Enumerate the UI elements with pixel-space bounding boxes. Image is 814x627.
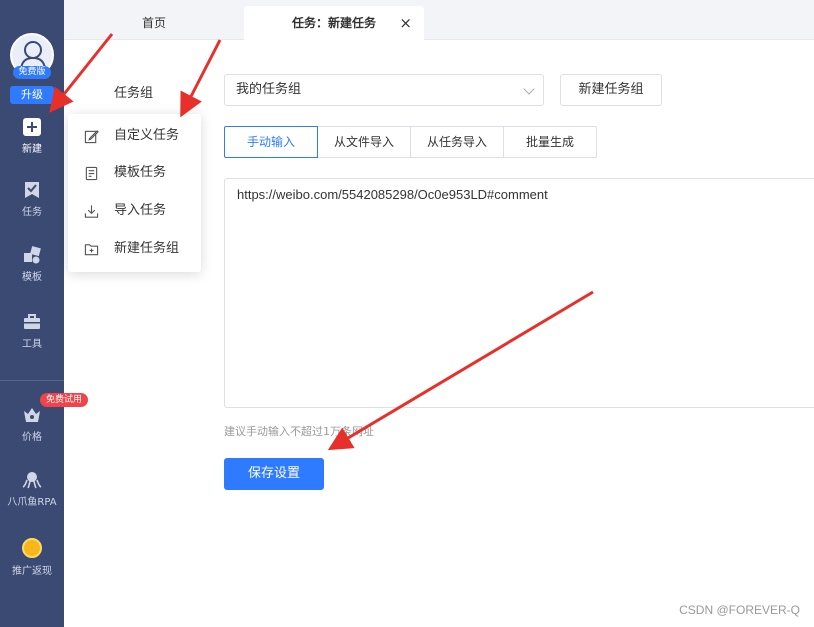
- free-version-badge: 免费版: [13, 66, 51, 79]
- edit-icon: [84, 130, 99, 144]
- upgrade-button[interactable]: 升级: [10, 86, 54, 104]
- folder-plus-icon: [84, 244, 99, 256]
- import-icon: [84, 205, 99, 218]
- tab-bar: 首页 任务：新建任务 ×: [64, 0, 814, 40]
- sidebar-item-price[interactable]: 价格: [0, 405, 64, 455]
- menu-item-label: 模板任务: [114, 165, 167, 180]
- tab-label: 任务：新建任务: [291, 16, 376, 30]
- menu-item-label: 自定义任务: [114, 128, 180, 143]
- coin-icon: [22, 538, 42, 558]
- sidebar: 免费版 升级 新建 任务 模板 工具 价格 免费试用 八爪鱼RPA 推广返现: [0, 0, 88, 627]
- sidebar-item-label: 工具: [22, 339, 42, 350]
- sidebar-item-label: 新建: [22, 144, 42, 155]
- chevron-down-icon: [523, 83, 535, 95]
- sidebar-item-label: 价格: [22, 432, 42, 443]
- plus-icon: [23, 118, 41, 136]
- tab-manual-input[interactable]: 手动输入: [224, 126, 318, 158]
- price-icon: [24, 408, 40, 422]
- input-mode-tabs: 手动输入 从文件导入 从任务导入 批量生成: [224, 126, 597, 158]
- sidebar-item-rpa[interactable]: 八爪鱼RPA: [0, 470, 64, 520]
- sidebar-item-new[interactable]: 新建: [0, 118, 64, 168]
- task-group-label: 任务组: [114, 86, 154, 101]
- tab-home[interactable]: 首页: [64, 6, 244, 40]
- input-hint: 建议手动输入不超过1万条网址: [224, 425, 374, 438]
- sidebar-item-label: 八爪鱼RPA: [7, 497, 57, 508]
- task-group-value: 我的任务组: [236, 82, 302, 97]
- sidebar-item-label: 推广返现: [12, 566, 52, 577]
- url-textarea[interactable]: https://weibo.com/5542085298/Oc0e953LD#c…: [224, 178, 814, 408]
- url-text: https://weibo.com/5542085298/Oc0e953LD#c…: [237, 187, 548, 202]
- tab-new-task[interactable]: 任务：新建任务 ×: [244, 6, 424, 40]
- sidebar-item-tools[interactable]: 工具: [0, 312, 64, 362]
- tab-import-task[interactable]: 从任务导入: [410, 126, 504, 158]
- document-icon: [85, 166, 98, 181]
- sidebar-item-label: 任务: [22, 207, 42, 218]
- arrow-to-custom-task: [180, 39, 222, 118]
- free-trial-badge: 免费试用: [40, 393, 88, 407]
- sidebar-divider: [0, 380, 64, 381]
- watermark: CSDN @FOREVER-Q: [679, 603, 800, 617]
- menu-item-label: 导入任务: [114, 203, 167, 218]
- toolbox-icon: [24, 314, 40, 329]
- template-icon: [24, 246, 41, 264]
- sidebar-item-task[interactable]: 任务: [0, 180, 64, 230]
- sidebar-item-label: 模板: [22, 272, 42, 283]
- new-task-group-button[interactable]: 新建任务组: [560, 74, 662, 106]
- task-icon: [25, 182, 39, 198]
- menu-item-new-task-group[interactable]: 新建任务组: [68, 231, 201, 267]
- task-group-select[interactable]: 我的任务组: [224, 74, 544, 106]
- close-icon[interactable]: ×: [399, 6, 412, 40]
- new-dropdown-menu: 自定义任务 模板任务 导入任务 新建任务组: [68, 114, 201, 272]
- menu-item-label: 新建任务组: [114, 241, 180, 256]
- menu-item-template-task[interactable]: 模板任务: [68, 155, 201, 191]
- tab-batch-generate[interactable]: 批量生成: [503, 126, 597, 158]
- save-settings-button[interactable]: 保存设置: [224, 458, 324, 490]
- menu-item-import-task[interactable]: 导入任务: [68, 193, 201, 229]
- tab-import-file[interactable]: 从文件导入: [317, 126, 411, 158]
- sidebar-item-template[interactable]: 模板: [0, 245, 64, 295]
- sidebar-item-referral[interactable]: 推广返现: [0, 538, 64, 588]
- menu-item-custom-task[interactable]: 自定义任务: [68, 118, 201, 154]
- octopus-icon: [22, 472, 42, 489]
